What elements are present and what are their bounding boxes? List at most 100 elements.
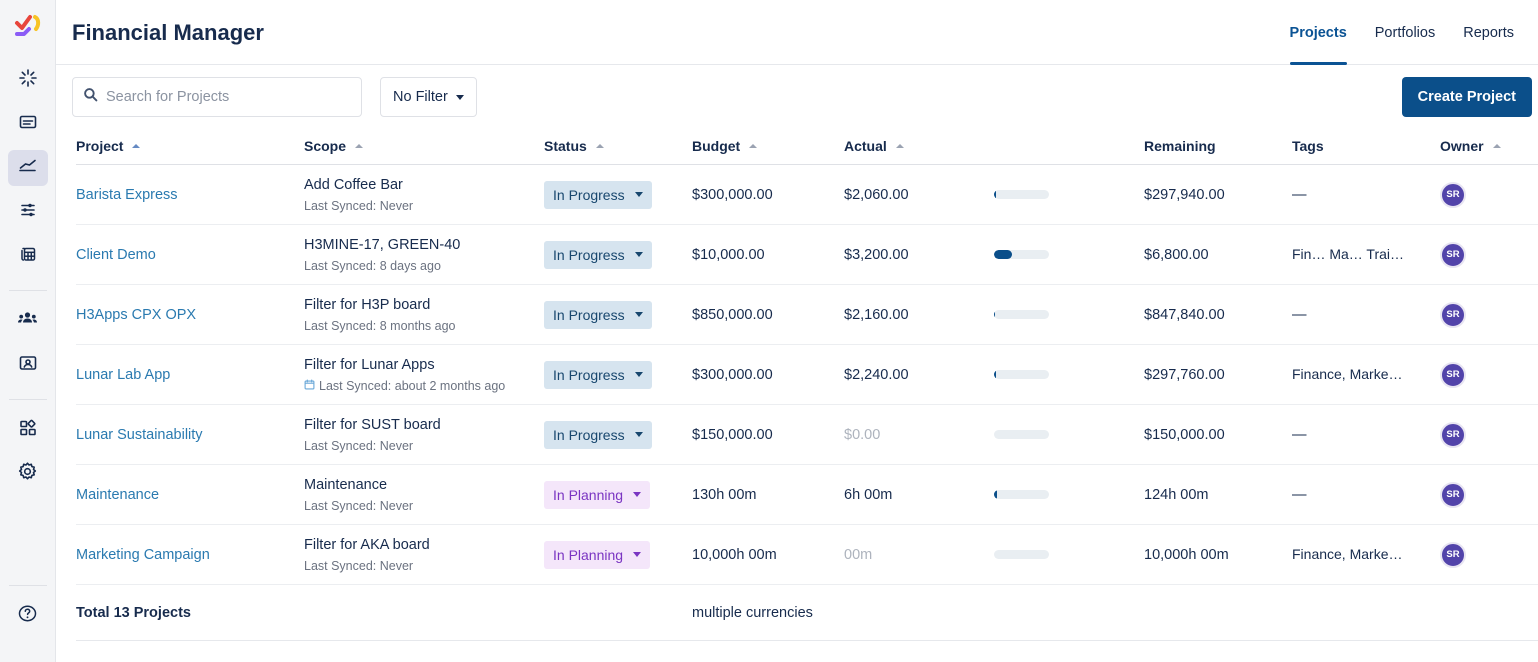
budget-value: $300,000.00 (692, 186, 773, 203)
sidebar-item-reports[interactable] (8, 238, 48, 274)
sidebar-item-board[interactable] (8, 106, 48, 142)
remaining-value: $297,760.00 (1144, 366, 1225, 383)
status-dropdown[interactable]: In Progress (544, 180, 652, 209)
avatar[interactable]: SR (1440, 421, 1466, 448)
contact-card-icon (18, 353, 38, 378)
budget-value: 10,000h 00m (692, 546, 777, 563)
status-dropdown[interactable]: In Planning (544, 480, 651, 509)
table-body: Barista Express Add Coffee Bar Last Synced… (76, 165, 1538, 585)
project-link[interactable]: Client Demo (76, 247, 156, 263)
status-dropdown[interactable]: In Progress (544, 300, 652, 329)
budget-value: $150,000.00 (692, 426, 773, 443)
scope-title: Filter for H3P board (304, 297, 431, 314)
progress-bar-fill (994, 250, 1012, 259)
remaining-value: 124h 00m (1144, 486, 1209, 503)
project-link[interactable]: Lunar Sustainability (76, 427, 203, 443)
sidebar-item-spark[interactable] (8, 62, 48, 98)
table-total-row: Total 13 Projects multiple currencies (76, 585, 1538, 641)
table-row[interactable]: Client Demo H3MINE-17, GREEN-40 Last Synce… (76, 225, 1538, 285)
progress-bar-fill (994, 370, 996, 379)
avatar[interactable]: SR (1440, 301, 1466, 328)
tags-value: — (1292, 186, 1307, 203)
progress-bar-fill (994, 490, 997, 499)
table-row[interactable]: Marketing Campaign Filter for AKA board La… (76, 525, 1538, 585)
progress-bar-fill (994, 190, 996, 199)
sidebar-item-filters[interactable] (8, 194, 48, 230)
remaining-value: $847,840.00 (1144, 306, 1225, 323)
budget-value: $300,000.00 (692, 366, 773, 383)
column-header-project[interactable]: Project (76, 138, 304, 154)
main-content: Financial Manager Projects Portfolios Re… (56, 0, 1538, 662)
sort-asc-icon (749, 143, 758, 148)
avatar[interactable]: SR (1440, 361, 1466, 388)
scope-title: Maintenance (304, 477, 388, 494)
tab-reports[interactable]: Reports (1449, 0, 1528, 65)
sidebar-item-help[interactable] (8, 598, 48, 634)
tab-portfolios[interactable]: Portfolios (1361, 0, 1449, 65)
search-input[interactable] (106, 89, 351, 105)
table-row[interactable]: Lunar Sustainability Filter for SUST boar… (76, 405, 1538, 465)
column-header-budget[interactable]: Budget (692, 138, 844, 154)
column-header-owner[interactable]: Owner (1440, 138, 1535, 154)
status-dropdown[interactable]: In Progress (544, 420, 652, 449)
avatar[interactable]: SR (1440, 241, 1466, 268)
last-synced-text: Last Synced: Never (304, 558, 414, 573)
search-box[interactable] (72, 77, 362, 117)
column-header-scope[interactable]: Scope (304, 138, 544, 154)
table-row[interactable]: Maintenance Maintenance Last Synced: Never… (76, 465, 1538, 525)
tab-projects[interactable]: Projects (1276, 0, 1361, 65)
sidebar-item-apps[interactable] (8, 412, 48, 448)
avatar[interactable]: SR (1440, 481, 1466, 508)
project-link[interactable]: Maintenance (76, 487, 159, 503)
chevron-down-icon (634, 252, 643, 257)
budget-value: $10,000.00 (692, 246, 765, 263)
avatar[interactable]: SR (1440, 181, 1466, 208)
calculator-icon (18, 244, 38, 269)
scope-last-synced: Last Synced: 8 days ago (304, 259, 544, 273)
tags-value: — (1292, 306, 1307, 323)
gear-icon (17, 461, 38, 487)
column-label-project: Project (76, 137, 124, 154)
status-dropdown[interactable]: In Progress (544, 240, 652, 269)
progress-bar (994, 190, 1049, 199)
sidebar-item-contacts[interactable] (8, 347, 48, 383)
status-dropdown[interactable]: In Planning (544, 540, 651, 569)
progress-bar (994, 490, 1049, 499)
project-link[interactable]: Barista Express (76, 187, 178, 203)
sidebar-item-chart[interactable] (7, 150, 48, 186)
project-link[interactable]: Lunar Lab App (76, 367, 170, 383)
last-synced-text: Last Synced: 8 months ago (304, 318, 456, 333)
top-navigation: Projects Portfolios Reports (1276, 0, 1528, 65)
table-row[interactable]: Lunar Lab App Filter for Lunar Apps Last S… (76, 345, 1538, 405)
status-label: In Planning (553, 546, 624, 563)
scope-title: Filter for Lunar Apps (304, 357, 435, 374)
page-title: Financial Manager (72, 20, 264, 45)
actual-value: $3,200.00 (844, 246, 909, 263)
sidebar-item-teams[interactable] (8, 303, 48, 339)
top-bar: Financial Manager Projects Portfolios Re… (56, 0, 1538, 65)
last-synced-text: Last Synced: about 2 months ago (319, 378, 506, 393)
status-dropdown[interactable]: In Progress (544, 360, 652, 389)
scope-title: Add Coffee Bar (304, 177, 403, 194)
search-icon (83, 87, 106, 107)
apps-grid-icon (18, 418, 38, 443)
total-projects-label: Total 13 Projects (76, 604, 191, 621)
create-project-button[interactable]: Create Project (1401, 77, 1532, 117)
table-row[interactable]: Barista Express Add Coffee Bar Last Synced… (76, 165, 1538, 225)
avatar[interactable]: SR (1440, 541, 1466, 568)
actual-value: $2,060.00 (844, 186, 909, 203)
project-link[interactable]: Marketing Campaign (76, 547, 210, 563)
actual-value: $2,160.00 (844, 306, 909, 323)
scope-last-synced: Last Synced: Never (304, 439, 544, 453)
help-circle-icon (17, 603, 38, 629)
sidebar-divider-2 (8, 399, 47, 400)
project-link[interactable]: H3Apps CPX OPX (76, 307, 196, 323)
table-row[interactable]: H3Apps CPX OPX Filter for H3P board Last S… (76, 285, 1538, 345)
remaining-value: 10,000h 00m (1144, 546, 1229, 563)
filter-dropdown[interactable]: No Filter (380, 77, 477, 117)
app-logo[interactable] (8, 8, 48, 48)
budget-value: $850,000.00 (692, 306, 773, 323)
column-header-status[interactable]: Status (544, 138, 692, 154)
column-header-actual[interactable]: Actual (844, 138, 994, 154)
sidebar-item-settings[interactable] (8, 456, 48, 492)
